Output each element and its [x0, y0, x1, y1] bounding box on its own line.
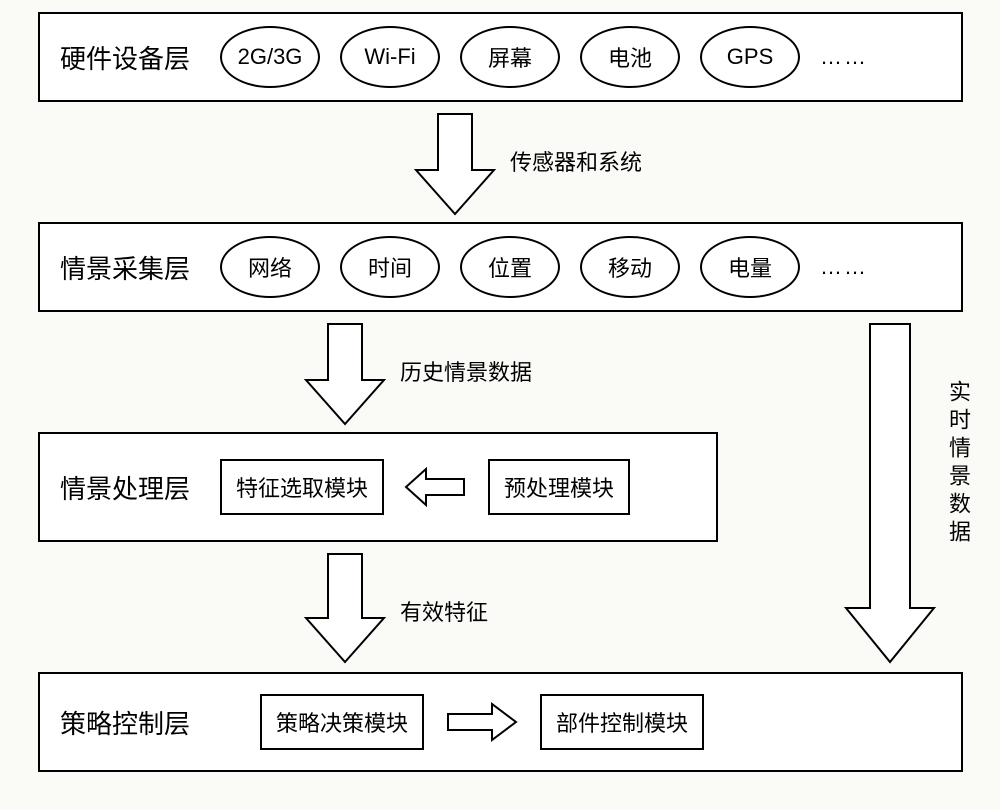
- coll-bubble: 移动: [580, 236, 680, 298]
- control-modules: 策略决策模块 部件控制模块: [260, 694, 704, 750]
- hw-bubble: GPS: [700, 26, 800, 88]
- hardware-layer-title: 硬件设备层: [60, 39, 190, 76]
- hw-bubble: 2G/3G: [220, 26, 320, 88]
- arrow-processing-to-control: [300, 548, 390, 668]
- arrow-label-history: 历史情景数据: [400, 355, 532, 387]
- arrow-left-icon: [402, 467, 470, 507]
- collection-layer: 情景采集层 网络 时间 位置 移动 电量 ……: [38, 222, 963, 312]
- arrow-label-sensors: 传感器和系统: [510, 145, 642, 177]
- collection-bubbles: 网络 时间 位置 移动 电量 ……: [220, 236, 868, 298]
- coll-bubble: 时间: [340, 236, 440, 298]
- feature-select-module: 特征选取模块: [220, 459, 384, 515]
- coll-bubble: 位置: [460, 236, 560, 298]
- hw-bubble: 屏幕: [460, 26, 560, 88]
- arrow-label-features: 有效特征: [400, 595, 488, 627]
- coll-more-dots: ……: [820, 254, 868, 280]
- control-layer: 策略控制层 策略决策模块 部件控制模块: [38, 672, 963, 772]
- decision-module: 策略决策模块: [260, 694, 424, 750]
- arrow-label-realtime: 实时情景数据: [942, 380, 974, 548]
- coll-bubble: 电量: [700, 236, 800, 298]
- hw-more-dots: ……: [820, 44, 868, 70]
- arrow-realtime-side: [840, 318, 940, 668]
- arrow-hw-to-collection: [410, 108, 500, 218]
- arrow-collection-to-processing: [300, 318, 390, 428]
- hw-bubble: 电池: [580, 26, 680, 88]
- preprocess-module: 预处理模块: [488, 459, 630, 515]
- hardware-bubbles: 2G/3G Wi-Fi 屏幕 电池 GPS ……: [220, 26, 868, 88]
- collection-layer-title: 情景采集层: [60, 249, 190, 286]
- processing-modules: 特征选取模块 预处理模块: [220, 459, 630, 515]
- arrow-right-icon: [442, 702, 522, 742]
- processing-layer-title: 情景处理层: [60, 469, 190, 506]
- hardware-layer: 硬件设备层 2G/3G Wi-Fi 屏幕 电池 GPS ……: [38, 12, 963, 102]
- component-control-module: 部件控制模块: [540, 694, 704, 750]
- control-layer-title: 策略控制层: [60, 704, 190, 741]
- hw-bubble: Wi-Fi: [340, 26, 440, 88]
- processing-layer: 情景处理层 特征选取模块 预处理模块: [38, 432, 718, 542]
- coll-bubble: 网络: [220, 236, 320, 298]
